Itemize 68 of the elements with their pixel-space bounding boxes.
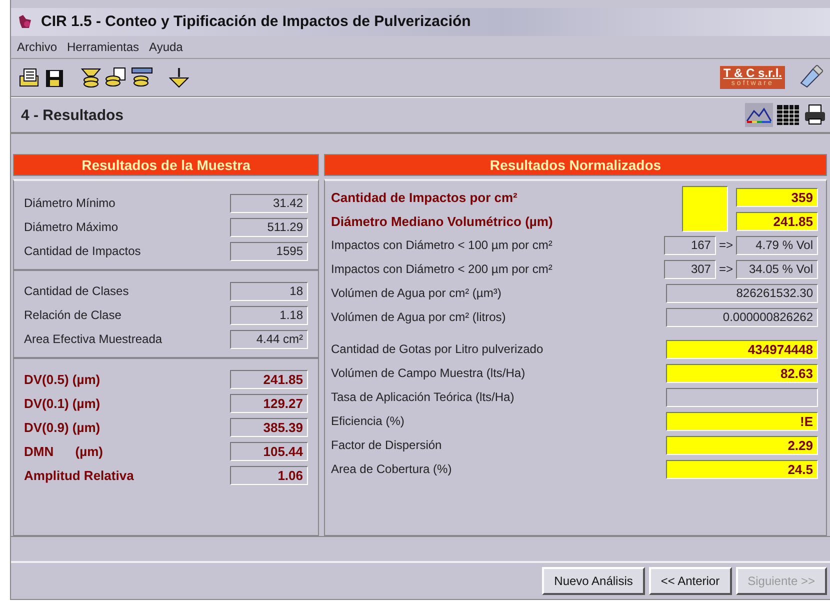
window-title: CIR 1.5 - Conteo y Tipificación de Impactos de Pulverización [41, 13, 471, 30]
value-field: 307 [664, 260, 716, 279]
value-field: 4.79 % Vol [736, 236, 818, 255]
field-label: DMN (µm) [24, 444, 103, 459]
field-label: Impactos con Diámetro < 200 µm por cm² [331, 262, 552, 276]
value-field: 826261532.30 [666, 284, 818, 303]
menu-item[interactable]: Ayuda [149, 40, 183, 54]
field-label: Tasa de Aplicación Teórica (lts/Ha) [331, 390, 514, 404]
value-field: 241.85 [230, 370, 308, 389]
menu-item[interactable]: Archivo [17, 40, 58, 54]
field-label: Volúmen de Agua por cm² (µm³) [331, 286, 502, 300]
chart-icon[interactable] [745, 103, 773, 128]
coin-stack-icon[interactable] [81, 66, 101, 89]
arrow-text: => [718, 262, 733, 276]
panel-header: Resultados de la Muestra [13, 154, 319, 176]
field-label: Impactos con Diámetro < 100 µm por cm² [331, 238, 552, 252]
value-field: 1.06 [230, 466, 308, 485]
field-label: Area de Cobertura (%) [331, 462, 452, 476]
value-field: 4.44 cm² [230, 330, 308, 349]
coin-stack-icon[interactable] [105, 66, 127, 89]
field-label: Volúmen de Campo Muestra (lts/Ha) [331, 366, 526, 380]
value-field: 2.29 [666, 436, 818, 455]
arrow-text: => [718, 238, 733, 252]
nav-button[interactable]: Nuevo Análisis [542, 567, 645, 596]
step-title: 4 - Resultados [21, 106, 124, 124]
field-label: Amplitud Relativa [24, 468, 134, 483]
field-label: Relación de Clase [24, 308, 122, 322]
menu-item[interactable]: Herramientas [67, 40, 140, 54]
value-field: 105.44 [230, 442, 308, 461]
field-label: Factor de Dispersión [331, 438, 442, 452]
panel-header: Resultados Normalizados [324, 154, 827, 176]
field-label: Cantidad de Clases [24, 284, 129, 298]
field-label: DV(0.5) (µm) [24, 372, 100, 387]
app-icon [17, 14, 33, 30]
coin-stack-icon[interactable] [131, 66, 153, 89]
value-field: 359 [736, 188, 818, 207]
document-icon[interactable] [19, 68, 41, 88]
field-label: DV(0.9) (µm) [24, 420, 100, 435]
field-label: Cantidad de Impactos por cm² [331, 190, 518, 205]
value-field: 511.29 [230, 218, 308, 237]
field-label: Eficiencia (%) [331, 414, 404, 428]
field-label: Volúmen de Agua por cm² (litros) [331, 310, 506, 324]
printer-icon[interactable] [803, 103, 827, 128]
field-label: DV(0.1) (µm) [24, 396, 100, 411]
field-label: Diámetro Máximo [24, 220, 118, 234]
field-label: Diámetro Mínimo [24, 196, 116, 210]
table-icon[interactable] [775, 103, 801, 128]
value-field: 129.27 [230, 394, 308, 413]
value-field: 31.42 [230, 194, 308, 213]
value-field: 34.05 % Vol [736, 260, 818, 279]
value-field: 434974448 [666, 340, 818, 359]
value-field: 82.63 [666, 364, 818, 383]
funnel-icon[interactable] [169, 66, 189, 89]
color-swatch [682, 186, 728, 232]
value-field: 241.85 [736, 212, 818, 231]
field-label: Diámetro Mediano Volumétrico (µm) [331, 214, 553, 229]
nav-button[interactable]: << Anterior [648, 567, 732, 596]
value-field: 0.000000826262 [666, 308, 818, 327]
field-label: Cantidad de Gotas por Litro pulverizado [331, 342, 544, 356]
value-field: 167 [664, 236, 716, 255]
value-field: 24.5 [666, 460, 818, 479]
value-field: 385.39 [230, 418, 308, 437]
field-label: Area Efectiva Muestreada [24, 332, 162, 346]
value-field: 1.18 [230, 306, 308, 325]
field-label: Cantidad de Impactos [24, 244, 141, 258]
value-field: !E [666, 412, 818, 431]
value-field: 1595 [230, 242, 308, 261]
value-field: 18 [230, 282, 308, 301]
